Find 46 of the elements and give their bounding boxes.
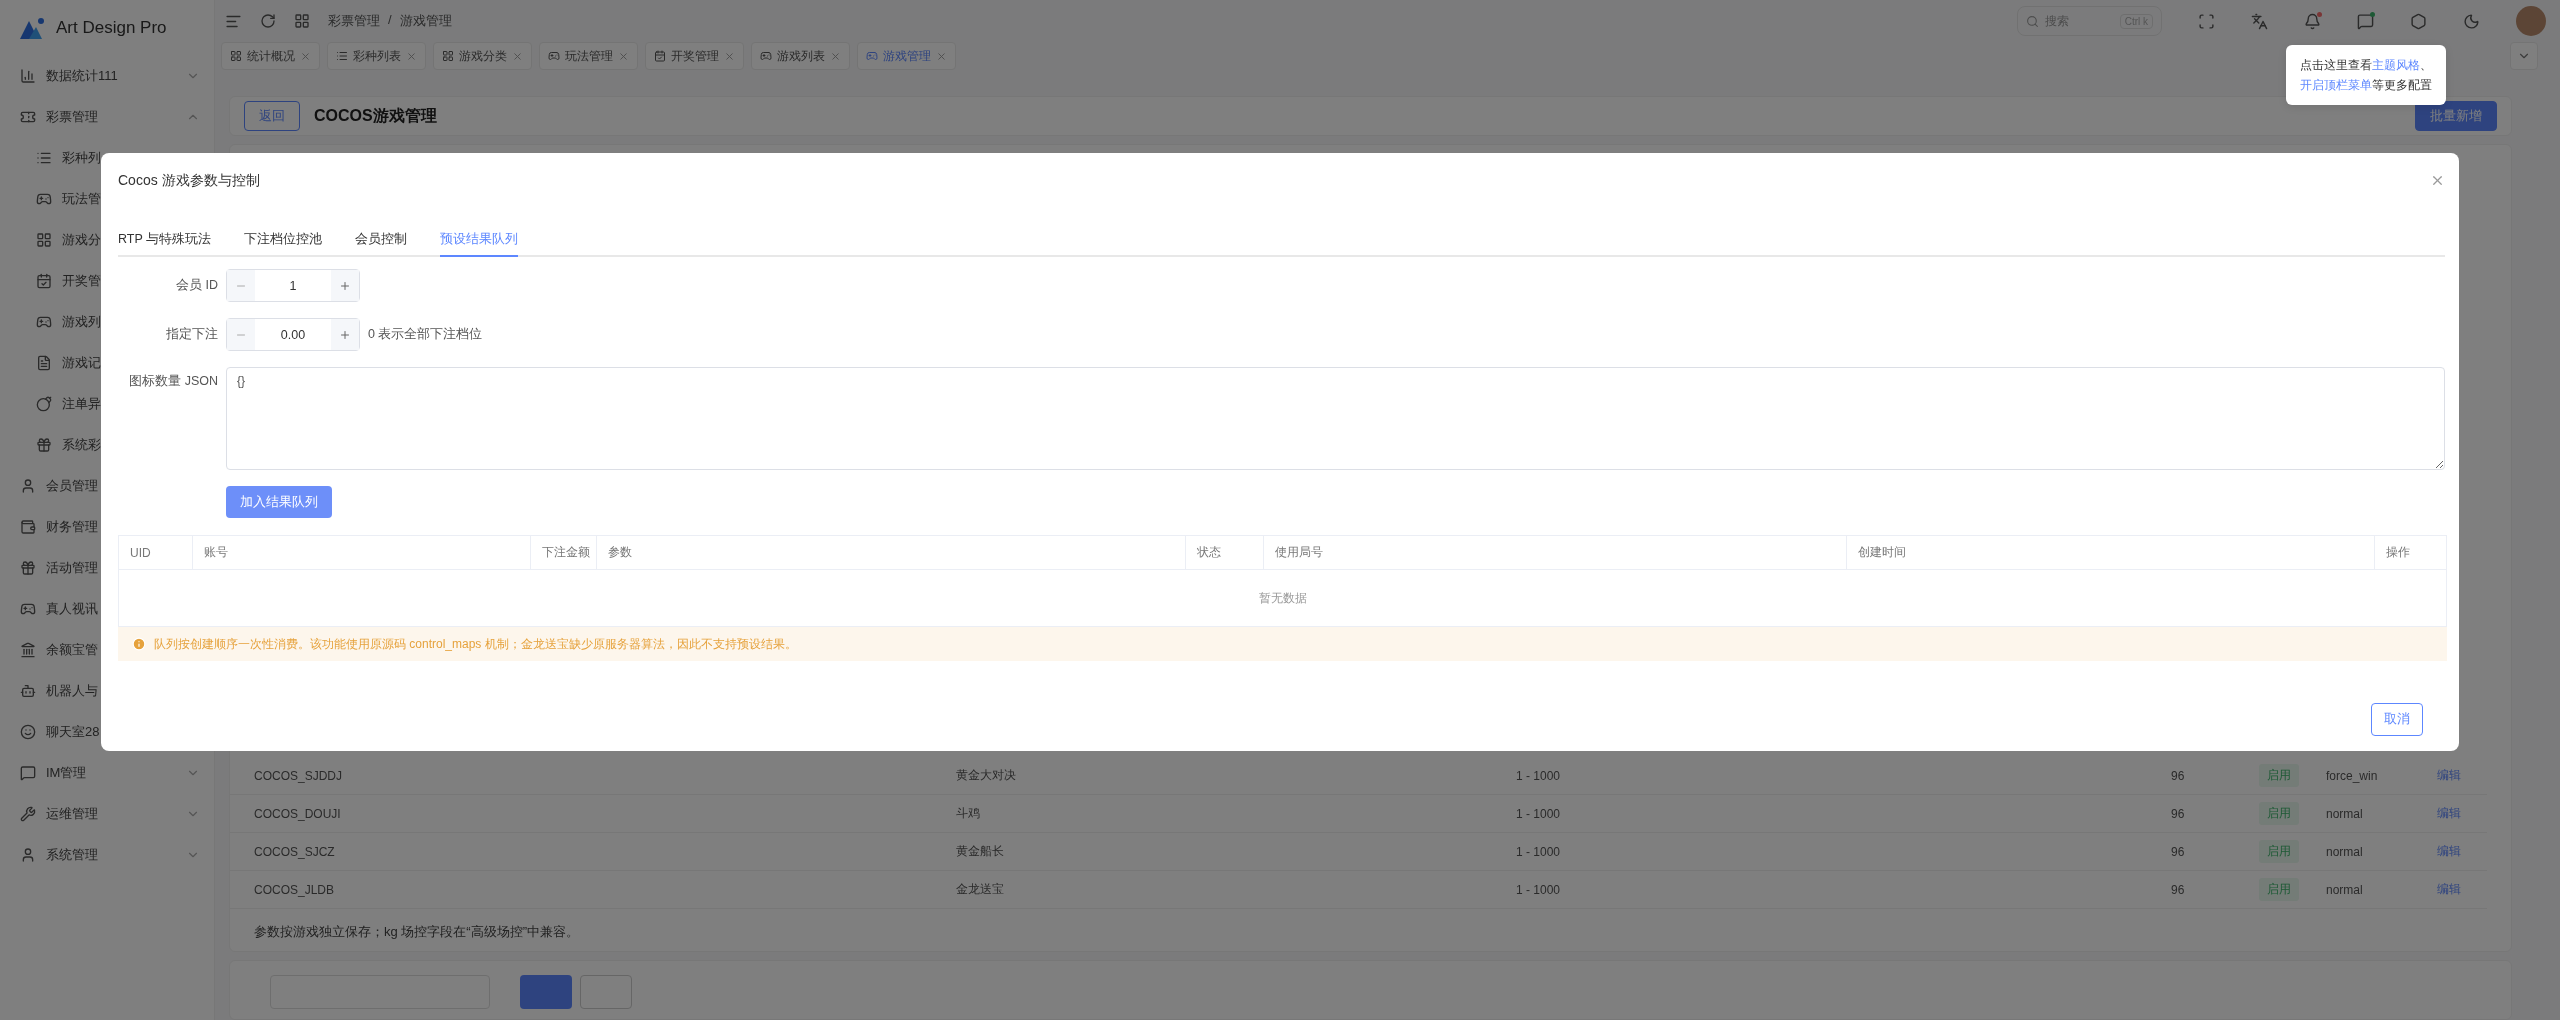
tooltip-text: 等更多配置 [2372,78,2432,92]
table-cell-text: COCOS_SJCZ [254,844,336,859]
table-cell-text: 斗鸡 [956,805,981,822]
empty-text: 暂无数据 [1258,589,1307,607]
table-cell-text: 96 [2171,882,2186,897]
hint-text: 0 表示全部下注档位 [368,326,483,343]
dialog-title: Cocos 游戏参数与控制 [118,171,260,190]
table-cell-text: force_win [2326,768,2379,783]
field-label: 会员 ID [175,277,218,294]
column-header: 使用局号 [1264,536,1847,569]
status-tag: 启用 [2259,802,2299,825]
table-cell-text: 金龙送宝 [956,881,1005,898]
tooltip-text: 点击这里查看 [2300,58,2372,72]
tooltip-text: 、 [2420,58,2432,72]
table-cell-text: COCOS_DOUJI [254,806,342,821]
table-cell-text: 1 - 1000 [1516,806,1562,821]
table-cell-text: normal [2326,806,2364,821]
page-title: COCOS游戏管理 [314,105,437,126]
table-cell-text: COCOS_SJDDJ [254,768,343,783]
field-label: 指定下注 [165,326,218,343]
field-label: 图标数量 JSON [128,373,218,390]
table-cell-text: 96 [2171,844,2186,859]
column-header: 账号 [193,536,531,569]
column-header: 操作 [2385,544,2411,561]
table-cell-text: 黄金船长 [956,843,1005,860]
column-header: 创建时间 [1847,536,2375,569]
status-tag: 启用 [2259,878,2299,901]
column-header: 状态 [1186,536,1264,569]
table-cell-text: 96 [2171,768,2186,783]
column-header: 参数 [597,536,1186,569]
table-cell-text: 1 - 1000 [1516,882,1562,897]
footnote-text: 参数按游戏独立保存；kg 场控字段在“高级场控”中兼容。 [253,923,580,941]
app-logo-text: Art Design Pro [56,17,167,38]
table-cell-text: normal [2326,882,2364,897]
table-cell-text: normal [2326,844,2364,859]
table-cell-text: COCOS_JLDB [254,882,336,897]
warning-text: 队列按创建顺序一次性消费。该功能使用原源码 control_maps 机制；金龙送宝缺少原服务器算法，因此不支持预设结果。 [154,635,797,653]
table-cell-text: 黄金大对决 [956,767,1017,784]
column-header: UID [119,536,193,569]
breadcrumb-separator: / [388,12,392,29]
table-cell-text: 96 [2171,806,2186,821]
table-cell-text: 1 - 1000 [1516,844,1562,859]
status-tag: 启用 [2259,764,2299,787]
column-header: 下注金额 [531,536,597,569]
status-tag: 启用 [2259,840,2299,863]
table-cell-text: 1 - 1000 [1516,768,1562,783]
